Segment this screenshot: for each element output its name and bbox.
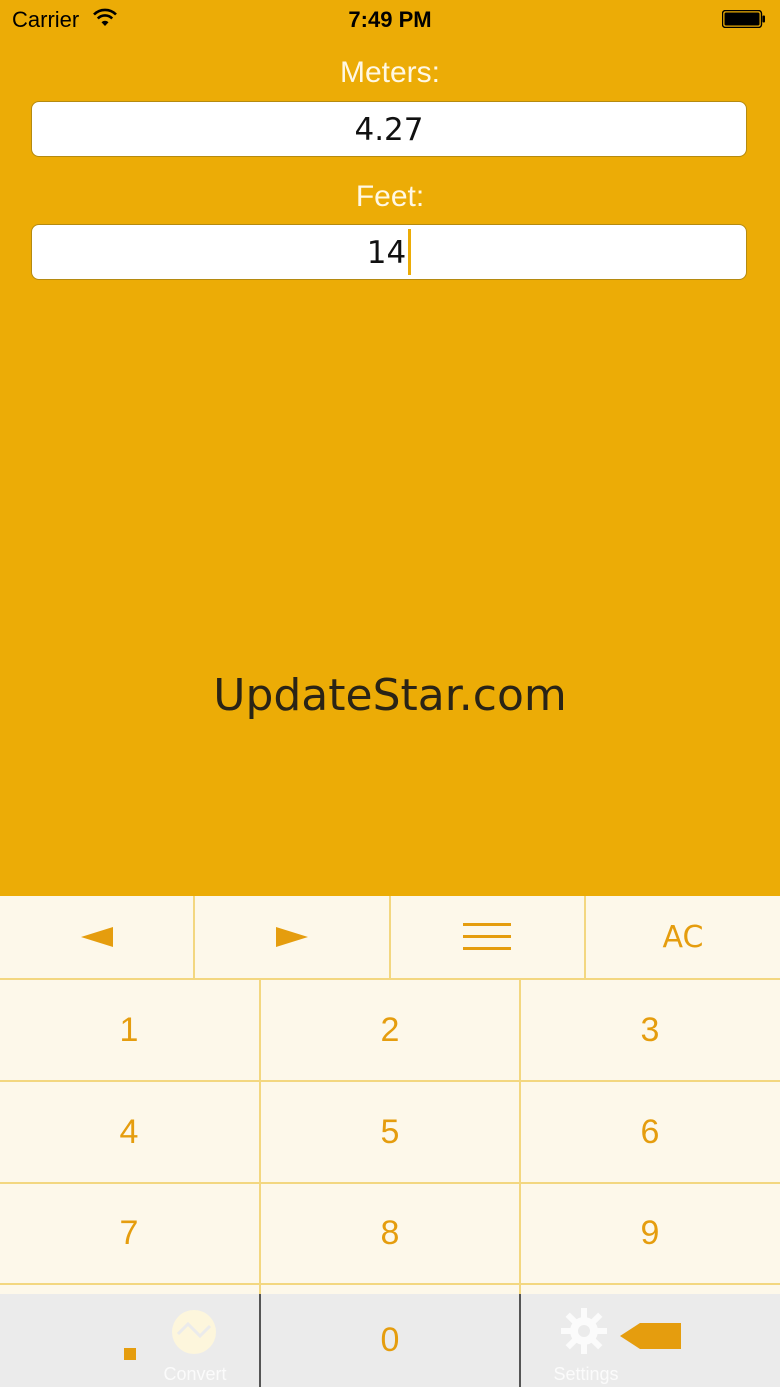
feet-value: 14 [366, 235, 407, 271]
tab-convert-label: Convert [163, 1364, 227, 1384]
text-caret [408, 228, 412, 275]
separator [193, 896, 195, 978]
key-1[interactable]: 1 [0, 980, 258, 1080]
battery-icon [722, 10, 765, 28]
backspace-button[interactable] [620, 1320, 684, 1352]
key-5[interactable]: 5 [261, 1082, 519, 1182]
separator [0, 1182, 780, 1184]
key-9[interactable]: 9 [521, 1183, 779, 1283]
meters-value: 4.27 [354, 112, 424, 148]
key-3[interactable]: 3 [521, 980, 779, 1080]
move-left-button[interactable] [0, 896, 194, 978]
keypad-top-row: AC [0, 896, 780, 980]
separator [0, 1283, 780, 1285]
menu-button[interactable] [390, 896, 584, 978]
tab-convert[interactable]: Convert [130, 1300, 260, 1387]
key-decimal-label [124, 1348, 136, 1360]
left-arrow-icon [81, 927, 113, 947]
backspace-icon [620, 1323, 681, 1349]
key-2[interactable]: 2 [261, 980, 519, 1080]
gear-icon [561, 1308, 607, 1354]
key-0[interactable]: 0 [261, 1294, 519, 1387]
move-right-button[interactable] [195, 896, 389, 978]
key-4[interactable]: 4 [0, 1082, 258, 1182]
right-arrow-icon [276, 927, 308, 947]
tab-settings-label: Settings [553, 1364, 619, 1384]
key-6[interactable]: 6 [521, 1082, 779, 1182]
key-decimal[interactable] [118, 1320, 142, 1360]
key-7[interactable]: 7 [0, 1183, 258, 1283]
feet-field[interactable]: 14 [31, 224, 747, 280]
separator [584, 896, 586, 978]
status-bar: Carrier 7:49 PM [0, 0, 780, 40]
separator [389, 896, 391, 978]
separator [259, 980, 261, 1296]
status-time: 7:49 PM [348, 7, 432, 32]
meters-field[interactable]: 4.27 [31, 101, 747, 157]
separator [519, 980, 521, 1296]
meters-label: Meters: [339, 56, 441, 89]
feet-label: Feet: [355, 180, 425, 213]
clear-button[interactable]: AC [586, 896, 780, 978]
menu-icon [463, 923, 511, 950]
separator [0, 1080, 780, 1082]
brand-text: UpdateStar.com [213, 670, 567, 721]
key-8[interactable]: 8 [261, 1183, 519, 1283]
convert-icon [172, 1310, 216, 1354]
